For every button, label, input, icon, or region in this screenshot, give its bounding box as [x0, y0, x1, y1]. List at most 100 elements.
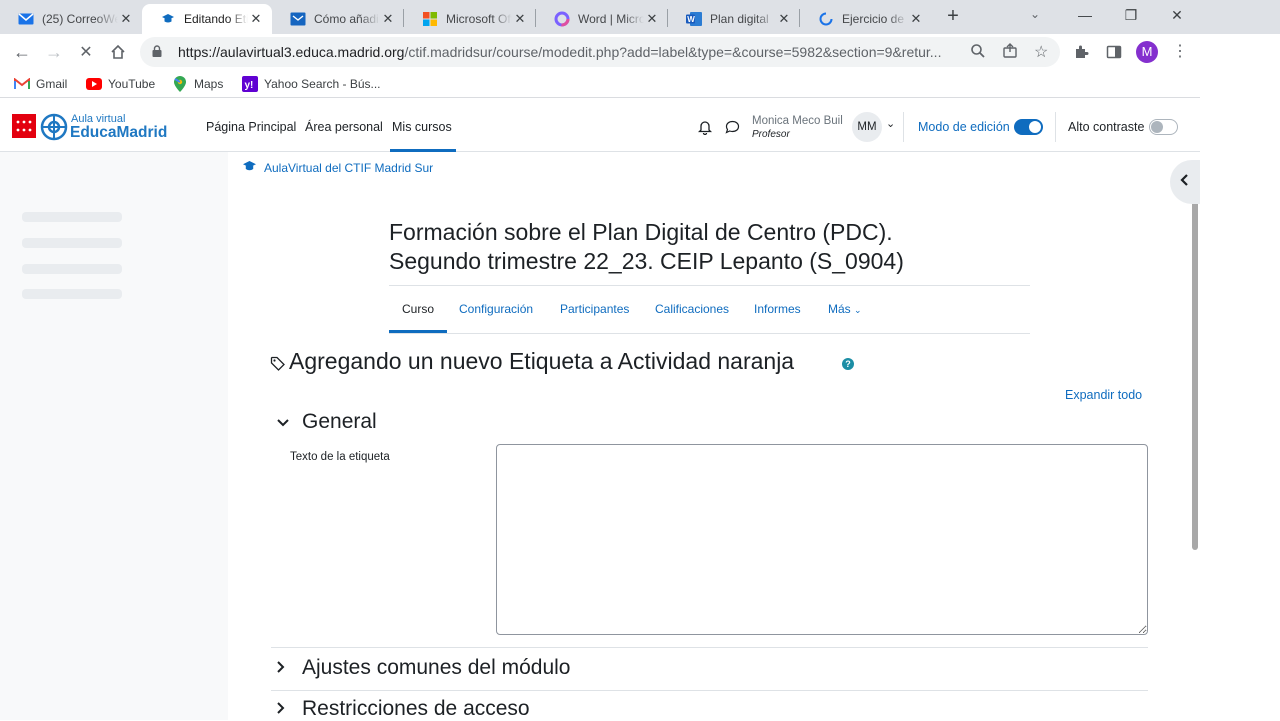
- bookmark-youtube[interactable]: YouTube: [86, 76, 155, 92]
- chevron-left-icon: [1180, 173, 1188, 191]
- word-icon: W: [686, 11, 702, 27]
- bookmark-yahoo[interactable]: y! Yahoo Search - Bús...: [242, 76, 381, 92]
- graduation-cap-icon: [242, 160, 257, 178]
- tab-microsoft-office[interactable]: Microsoft Office ✕: [404, 4, 536, 34]
- stop-loading-icon[interactable]: ✕: [72, 38, 100, 66]
- course-index-drawer: [0, 152, 228, 720]
- tab-search-chevron-icon[interactable]: ⌄: [1030, 7, 1040, 21]
- high-contrast-label: Alto contraste: [1068, 120, 1145, 134]
- tab-informes[interactable]: Informes: [754, 302, 801, 316]
- toggle-knob: [1029, 121, 1041, 133]
- nav-mis-cursos[interactable]: Mis cursos: [392, 120, 452, 134]
- close-icon[interactable]: ✕: [118, 11, 134, 27]
- divider: [271, 690, 1148, 691]
- tab-title: Ejercicio de: [842, 12, 905, 26]
- user-name[interactable]: Monica Meco Buil: [752, 115, 843, 127]
- profile-avatar[interactable]: M: [1136, 41, 1158, 63]
- mail-icon: [18, 11, 34, 27]
- section-common-settings-header[interactable]: Ajustes comunes del módulo: [277, 656, 570, 680]
- restore-icon[interactable]: ❐: [1108, 0, 1154, 30]
- close-icon[interactable]: ✕: [512, 11, 528, 27]
- page-heading: Agregando un nuevo Etiqueta a Actividad …: [289, 348, 795, 374]
- desktop-background: [1200, 34, 1280, 720]
- svg-text:W: W: [687, 15, 695, 24]
- user-avatar[interactable]: MM: [852, 112, 882, 142]
- tab-mas-label: Más: [828, 302, 851, 316]
- help-icon[interactable]: ?: [842, 358, 854, 370]
- tab-title: Word | Microsoft: [578, 12, 644, 26]
- tab-configuracion[interactable]: Configuración: [459, 302, 533, 316]
- breadcrumb[interactable]: AulaVirtual del CTIF Madrid Sur: [264, 161, 433, 175]
- moodle-cap-icon: [160, 11, 176, 27]
- minimize-icon[interactable]: —: [1062, 0, 1108, 30]
- user-menu-chevron-icon[interactable]: ⌄: [886, 117, 895, 130]
- logo-educamadrid[interactable]: EducaMadrid: [70, 124, 167, 142]
- section-general-header[interactable]: General: [277, 410, 377, 434]
- tab-calificaciones[interactable]: Calificaciones: [655, 302, 729, 316]
- bookmark-gmail[interactable]: Gmail: [14, 76, 67, 92]
- gmail-icon: [14, 76, 30, 92]
- close-icon[interactable]: ✕: [644, 11, 660, 27]
- close-icon[interactable]: ✕: [908, 11, 924, 27]
- kebab-menu-icon[interactable]: ⋮: [1172, 41, 1188, 61]
- chevron-down-icon: [277, 414, 299, 430]
- navbar-divider: [1055, 112, 1056, 142]
- back-arrow-icon[interactable]: ←: [8, 38, 36, 66]
- share-icon[interactable]: [1002, 43, 1018, 62]
- close-icon[interactable]: ✕: [776, 11, 792, 27]
- yahoo-icon: y!: [242, 76, 258, 92]
- tab-ejercicio[interactable]: Ejercicio de ✕: [800, 4, 932, 34]
- page-scrollbar[interactable]: [1190, 152, 1200, 720]
- divider: [271, 647, 1148, 648]
- chevron-right-icon: [277, 660, 299, 676]
- bookmark-maps[interactable]: Maps: [172, 76, 223, 92]
- microsoft-icon: [422, 11, 438, 27]
- docs-icon: [290, 11, 306, 27]
- window-close-icon[interactable]: ✕: [1154, 0, 1200, 30]
- tab-editando-etiqueta[interactable]: Editando Etiqueta ✕: [142, 4, 272, 34]
- high-contrast-toggle[interactable]: [1149, 119, 1178, 135]
- edit-mode-label: Modo de edición: [918, 120, 1010, 134]
- close-icon[interactable]: ✕: [248, 11, 264, 27]
- forward-arrow-icon[interactable]: →: [40, 38, 68, 66]
- section-restrictions-header[interactable]: Restricciones de acceso: [277, 697, 530, 721]
- label-tag-icon: [270, 356, 285, 376]
- user-role: Profesor: [752, 129, 790, 140]
- block-drawer-toggle[interactable]: [1170, 160, 1204, 204]
- label-text-editor[interactable]: [496, 444, 1148, 635]
- comunidad-madrid-logo[interactable]: [12, 114, 36, 143]
- loading-placeholder: [22, 212, 122, 222]
- tab-title: Plan digital: [710, 12, 769, 26]
- course-title-line-1: Formación sobre el Plan Digital de Centr…: [389, 219, 893, 245]
- navbar-divider: [903, 112, 904, 142]
- bookmark-star-icon[interactable]: ☆: [1034, 42, 1048, 62]
- extensions-puzzle-icon[interactable]: [1073, 44, 1089, 65]
- scrollbar-thumb[interactable]: [1192, 164, 1198, 550]
- section-restrictions-title: Restricciones de acceso: [302, 697, 530, 720]
- nav-area-personal[interactable]: Área personal: [305, 120, 383, 134]
- address-bar[interactable]: https://aulavirtual3.educa.madrid.org/ct…: [140, 37, 1060, 67]
- tab-curso[interactable]: Curso: [402, 302, 434, 316]
- tab-como-anadir[interactable]: Cómo añadir ✕: [272, 4, 404, 34]
- zoom-icon[interactable]: [970, 43, 986, 62]
- home-icon[interactable]: [104, 38, 132, 66]
- expand-all-link[interactable]: Expandir todo: [1065, 388, 1142, 402]
- new-tab-plus-icon[interactable]: +: [943, 6, 963, 26]
- tab-plan-digital[interactable]: W Plan digital ✕: [668, 4, 800, 34]
- tab-mas[interactable]: Más ⌄: [828, 302, 862, 316]
- edit-mode-toggle[interactable]: [1014, 119, 1043, 135]
- nav-pagina-principal[interactable]: Página Principal: [206, 120, 296, 134]
- tab-word-microsoft[interactable]: Word | Microsoft ✕: [536, 4, 668, 34]
- bell-icon[interactable]: [697, 119, 713, 140]
- maps-icon: [172, 76, 188, 92]
- chevron-down-icon: ⌄: [854, 305, 862, 315]
- tab-correoweb[interactable]: (25) CorreoWeb ✕: [0, 4, 142, 34]
- messages-icon[interactable]: [725, 120, 740, 139]
- tab-title: Cómo añadir: [314, 12, 380, 26]
- side-panel-icon[interactable]: [1106, 44, 1122, 65]
- bookmark-label: Gmail: [36, 77, 68, 91]
- tab-separator: [403, 9, 404, 27]
- loading-icon: [818, 11, 834, 27]
- tab-participantes[interactable]: Participantes: [560, 302, 629, 316]
- close-icon[interactable]: ✕: [380, 11, 396, 27]
